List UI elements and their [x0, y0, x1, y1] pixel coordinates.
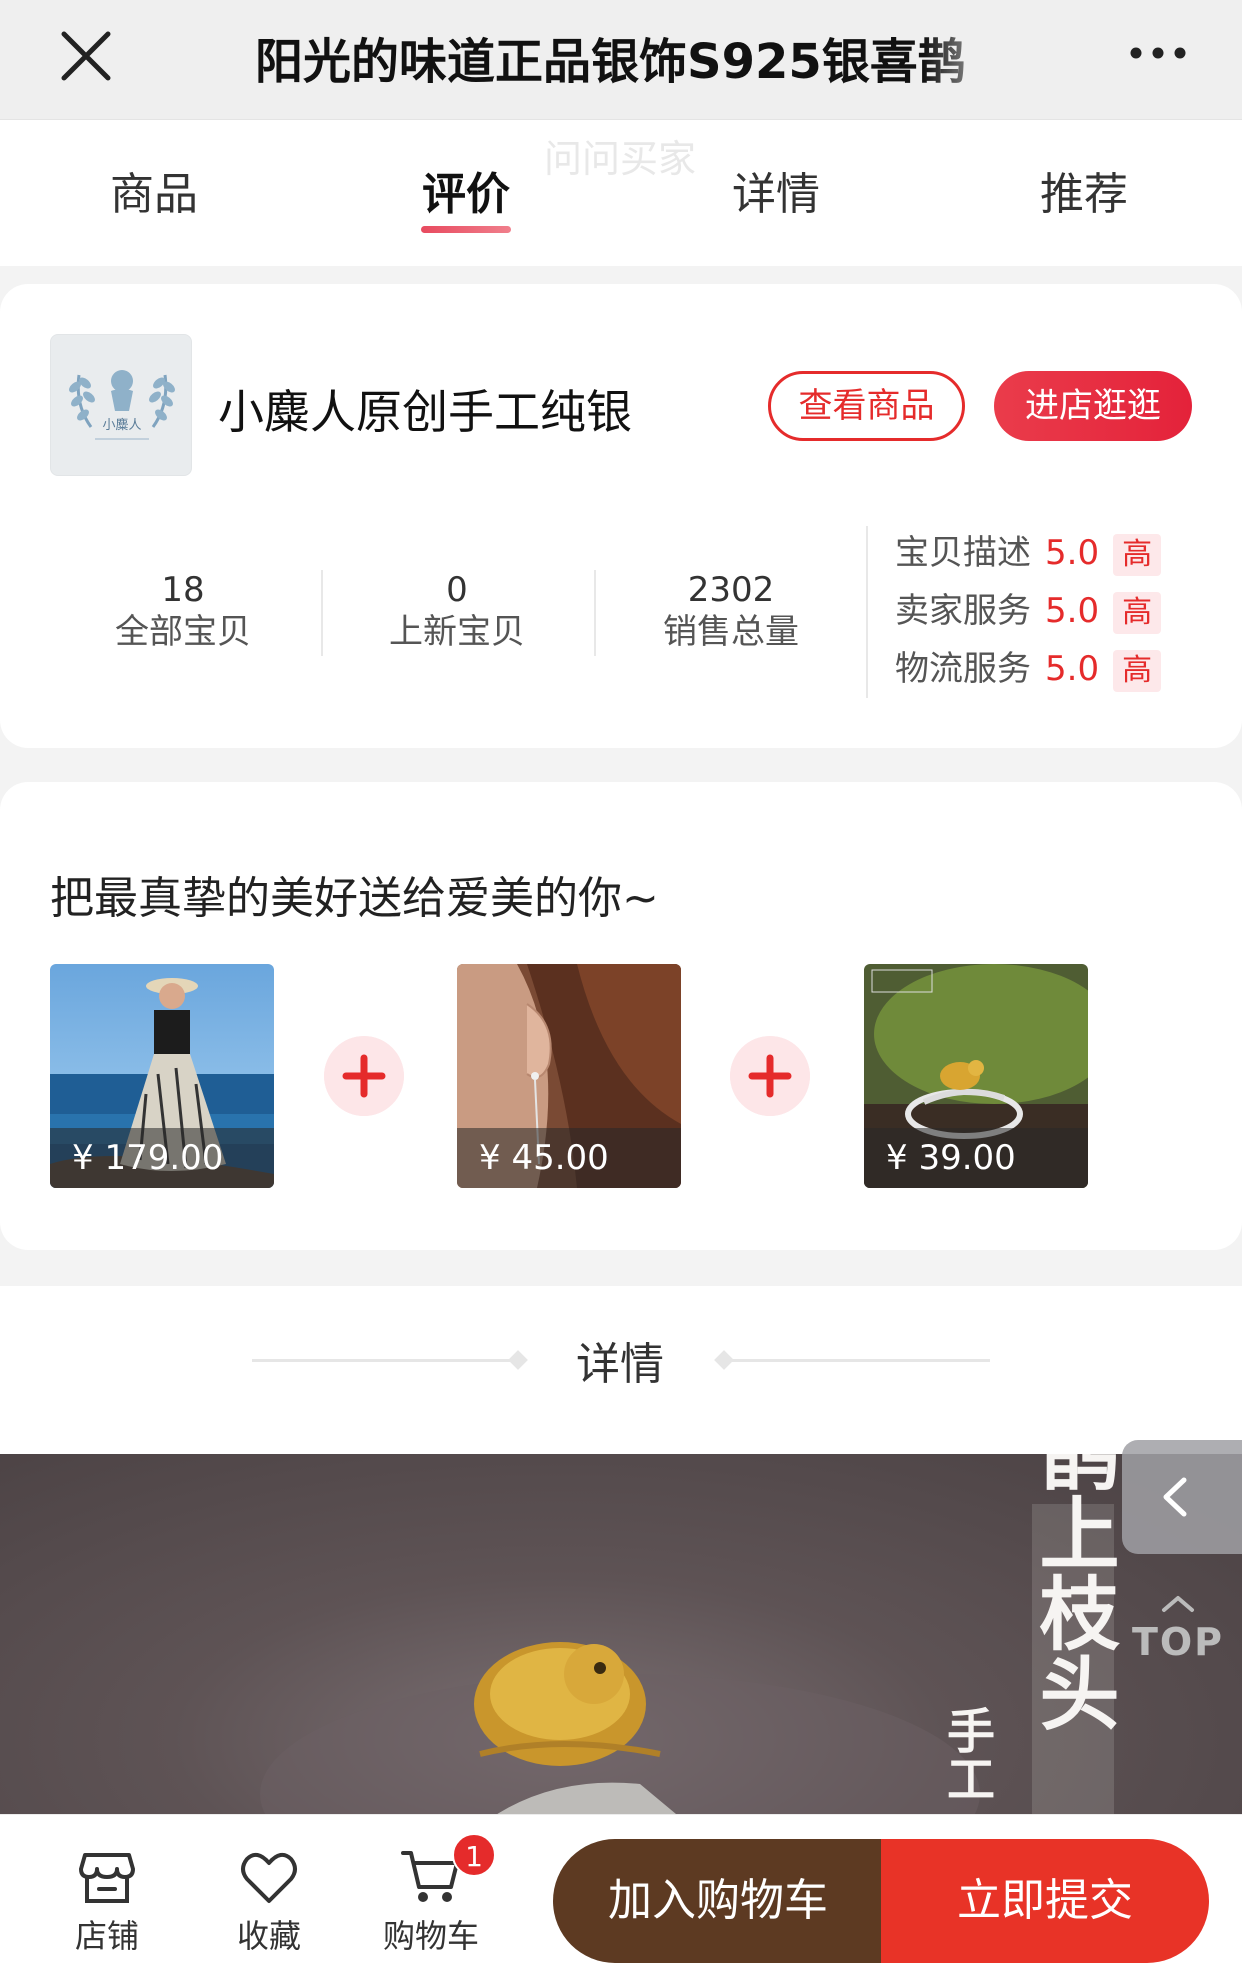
- stat-new-items[interactable]: 0 上新宝贝: [322, 570, 592, 654]
- tab-details[interactable]: 详情: [676, 158, 876, 220]
- active-tab-indicator: [421, 226, 511, 233]
- rating-label: 卖家服务: [895, 591, 1031, 631]
- combo-price: ¥ 45.00: [457, 1128, 681, 1188]
- combo-title: 把最真挚的美好送给爱美的你~: [50, 873, 659, 924]
- add-to-cart-button[interactable]: 加入购物车: [553, 1839, 883, 1963]
- svg-text:鹊上枝头: 鹊上枝头: [1027, 1454, 1120, 1732]
- tab-recommend[interactable]: 推荐: [984, 158, 1184, 220]
- combo-item[interactable]: ¥ 179.00: [50, 964, 274, 1188]
- tab-reviews[interactable]: 评价: [366, 158, 566, 220]
- shop-tab-button[interactable]: 店铺: [52, 1845, 162, 1957]
- divider-line: [728, 1359, 990, 1362]
- svg-text:小麋人: 小麋人: [102, 417, 141, 433]
- bird-ring-photo: 鹊上枝头 手工: [260, 1454, 1120, 1834]
- favorite-button[interactable]: 收藏: [214, 1845, 324, 1957]
- detail-title: 详情: [576, 1339, 664, 1390]
- rating-label: 物流服务: [895, 649, 1031, 689]
- favorite-label: 收藏: [236, 1917, 301, 1955]
- svg-text:手工: 手工: [938, 1706, 994, 1802]
- detail-section-header: 详情: [0, 1286, 1242, 1454]
- page-title: 阳光的味道正品银饰S925银喜鹊: [255, 34, 966, 86]
- collapse-side-tab[interactable]: [1122, 1440, 1242, 1554]
- chevron-left-icon: [1163, 1477, 1187, 1517]
- rating-level-badge: 高: [1113, 650, 1162, 692]
- rating-logistics: 物流服务 5.0 高: [895, 646, 1162, 692]
- stat-label: 全部宝贝: [115, 612, 251, 652]
- shop-logo-image: 小麋人: [69, 370, 175, 440]
- heart-icon: [241, 1852, 297, 1903]
- rating-level-badge: 高: [1113, 534, 1162, 576]
- submit-now-button[interactable]: 立即提交: [881, 1839, 1209, 1963]
- more-icon[interactable]: [1128, 38, 1188, 68]
- view-goods-button[interactable]: 查看商品: [768, 371, 965, 441]
- enter-shop-button[interactable]: 进店逛逛: [994, 371, 1192, 441]
- rating-label: 宝贝描述: [895, 533, 1031, 573]
- back-to-top-button[interactable]: TOP: [1130, 1620, 1226, 1664]
- tab-goods[interactable]: 商品: [54, 158, 254, 220]
- bottom-action-bar: 店铺 收藏 购物车 1 加入购物车 立即提交: [0, 1814, 1242, 1986]
- stat-all-items[interactable]: 18 全部宝贝: [48, 570, 318, 654]
- top-navbar: 阳光的味道正品银饰S925银喜鹊: [0, 0, 1242, 120]
- plus-icon: [324, 1036, 404, 1116]
- rating-score: 5.0: [1045, 533, 1100, 573]
- combo-card: 把最真挚的美好送给爱美的你~ ¥ 179.00 ¥ 45.00 ¥ 39.00: [0, 782, 1242, 1250]
- detail-banner-image: 鹊上枝头 手工: [0, 1454, 1242, 1834]
- rating-description: 宝贝描述 5.0 高: [895, 530, 1162, 576]
- rating-score: 5.0: [1045, 591, 1100, 631]
- ratings-divider: [866, 526, 868, 698]
- stat-value: 0: [446, 570, 468, 610]
- cart-count-badge: 1: [452, 1833, 496, 1877]
- stat-label: 销售总量: [663, 612, 799, 652]
- close-icon[interactable]: [56, 26, 116, 86]
- shop-name[interactable]: 小麋人原创手工纯银: [218, 376, 632, 442]
- shop-logo[interactable]: 小麋人: [50, 334, 192, 476]
- divider-diamond: [508, 1350, 528, 1370]
- plus-icon: [730, 1036, 810, 1116]
- shop-card: 小麋人 小麋人原创手工纯银 查看商品 进店逛逛 18 全部宝贝 0 上新宝贝 2…: [0, 284, 1242, 748]
- combo-item[interactable]: ¥ 45.00: [457, 964, 681, 1188]
- cart-label: 购物车: [382, 1917, 479, 1955]
- combo-price: ¥ 179.00: [50, 1128, 274, 1188]
- stat-label: 上新宝贝: [389, 612, 525, 652]
- shop-icon: [79, 1853, 135, 1903]
- rating-score: 5.0: [1045, 649, 1100, 689]
- divider-line: [252, 1359, 514, 1362]
- rating-level-badge: 高: [1113, 592, 1162, 634]
- stat-total-sales: 2302 销售总量: [596, 570, 866, 654]
- stat-value: 18: [161, 570, 205, 610]
- combo-item[interactable]: ¥ 39.00: [864, 964, 1088, 1188]
- tab-bar: 问问买家 商品 评价 详情 推荐: [0, 120, 1242, 266]
- shop-label: 店铺: [74, 1917, 139, 1955]
- rating-service: 卖家服务 5.0 高: [895, 588, 1162, 634]
- stat-value: 2302: [687, 570, 775, 610]
- combo-price: ¥ 39.00: [864, 1128, 1088, 1188]
